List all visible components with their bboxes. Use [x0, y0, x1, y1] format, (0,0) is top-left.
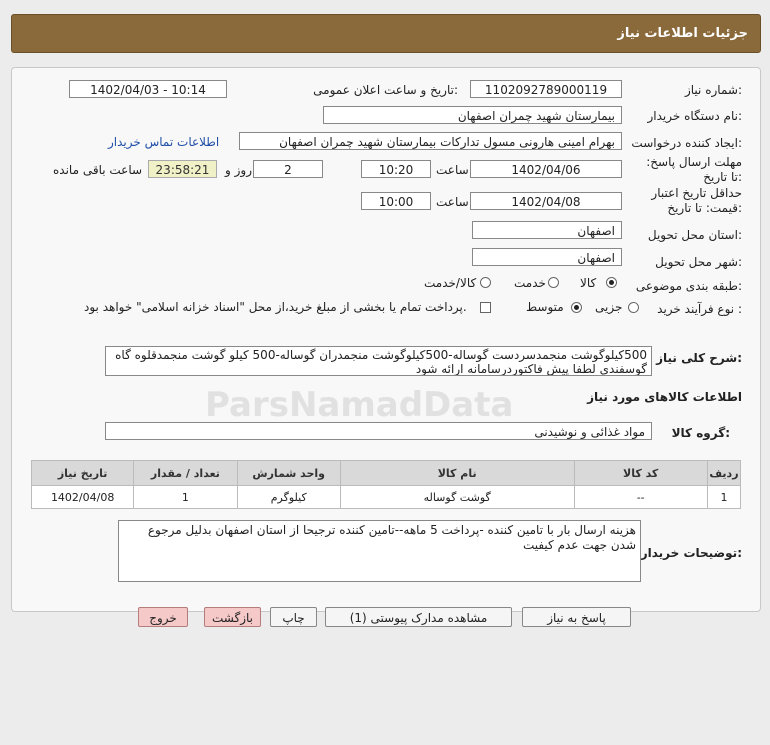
reply-deadline-label: مهلت ارسال پاسخ: تا تاریخ:: [646, 155, 742, 184]
col-item-code: کد کالا: [573, 460, 708, 486]
price-validity-label: حداقل تاریخ اعتبار قیمت: تا تاریخ:: [651, 186, 742, 215]
print-button[interactable]: چاپ: [270, 607, 317, 627]
category-option-both: کالا/خدمت: [424, 276, 477, 290]
goods-group-label: گروه کالا:: [671, 426, 730, 440]
category-option-goods: کالا: [580, 276, 597, 290]
buyer-notes-label: توضیحات خریدار:: [640, 546, 742, 560]
remaining-time-label: ساعت باقی مانده: [53, 163, 143, 177]
requester-field: بهرام امینی هارونی مسول تدارکات بیمارستا…: [239, 132, 622, 150]
reply-date-field: 1402/04/06: [470, 160, 622, 178]
purchase-option-minor: جزیی: [595, 300, 623, 314]
col-quantity: تعداد / مقدار: [133, 460, 238, 486]
need-number-field: 1102092789000119: [470, 80, 622, 98]
cell-need-date: 1402/04/08: [30, 485, 135, 509]
treasury-payment-note: پرداخت تمام یا بخشی از مبلغ خرید،از محل …: [84, 300, 467, 314]
category-radio-service[interactable]: [548, 277, 559, 288]
category-radio-goods[interactable]: [606, 277, 617, 288]
goods-table: تاریخ نیاز تعداد / مقدار واحد شمارش نام …: [30, 460, 742, 509]
delivery-city-label: شهر محل تحویل:: [655, 255, 742, 269]
buyer-contact-link[interactable]: اطلاعات تماس خریدار: [108, 135, 219, 149]
purchase-radio-minor[interactable]: [628, 302, 639, 313]
description-text: 500کیلوگوشت منجمدسردست گوساله-500کیلوگوش…: [105, 346, 652, 376]
purchase-type-label: نوع فرآیند خرید :: [657, 302, 742, 316]
need-number-label: شماره نیاز:: [684, 83, 742, 97]
delivery-city-field: اصفهان: [472, 248, 622, 266]
reply-time-label: ساعت: [436, 163, 469, 177]
announce-field: 1402/04/03 - 10:14: [69, 80, 227, 98]
category-label: طبقه بندی موضوعی:: [635, 279, 742, 293]
view-attachments-button[interactable]: مشاهده مدارک پیوستی (1): [325, 607, 512, 627]
buyer-org-label: نام دستگاه خریدار:: [647, 109, 743, 123]
goods-table-header: تاریخ نیاز تعداد / مقدار واحد شمارش نام …: [30, 460, 742, 486]
cell-quantity: 1: [133, 485, 238, 509]
cell-item-code: --: [573, 485, 708, 509]
cell-row: 1: [706, 485, 742, 509]
category-radio-both[interactable]: [480, 277, 491, 288]
reply-time-field: 10:20: [361, 160, 431, 178]
col-unit: واحد شمارش: [236, 460, 341, 486]
price-validity-time-field: 10:00: [361, 192, 431, 210]
col-row: ردیف: [706, 460, 742, 486]
page-title: جزئیات اطلاعات نیاز: [617, 26, 748, 41]
buyer-notes-text: هزینه ارسال بار با تامین کننده -پرداخت 5…: [118, 520, 641, 582]
watermark-brand: ParsNamadData: [205, 385, 514, 425]
treasury-payment-checkbox[interactable]: [480, 302, 491, 313]
requester-label: ایجاد کننده درخواست:: [631, 136, 742, 150]
price-validity-time-label: ساعت: [436, 195, 469, 209]
category-option-service: خدمت: [514, 276, 546, 290]
exit-button[interactable]: خروج: [138, 607, 188, 627]
remaining-time-field: 23:58:21: [148, 160, 217, 178]
back-button[interactable]: بازگشت: [204, 607, 261, 627]
table-row: 1402/04/08 1 کیلوگرم گوشت گوساله -- 1: [30, 485, 742, 509]
delivery-province-field: اصفهان: [472, 221, 622, 239]
page-header: جزئیات اطلاعات نیاز: [11, 14, 761, 53]
col-item-name: نام کالا: [339, 460, 575, 486]
purchase-radio-medium[interactable]: [571, 302, 582, 313]
cell-item-name: گوشت گوساله: [339, 485, 575, 509]
goods-group-field: مواد غذائی و نوشیدنی: [105, 422, 652, 440]
purchase-option-medium: متوسط: [526, 300, 564, 314]
reply-days-field: 2: [253, 160, 323, 178]
cell-unit: کیلوگرم: [236, 485, 341, 509]
delivery-province-label: استان محل تحویل:: [647, 228, 742, 242]
goods-section-title: اطلاعات کالاهای مورد نیاز: [587, 390, 742, 404]
buyer-org-field: بیمارستان شهید چمران اصفهان: [323, 106, 622, 124]
announce-label: تاریخ و ساعت اعلان عمومی:: [313, 83, 458, 97]
description-label: شرح کلی نیاز:: [656, 351, 742, 365]
col-need-date: تاریخ نیاز: [30, 460, 135, 486]
reply-button[interactable]: پاسخ به نیاز: [522, 607, 631, 627]
price-validity-date-field: 1402/04/08: [470, 192, 622, 210]
reply-days-label: روز و: [225, 163, 252, 177]
